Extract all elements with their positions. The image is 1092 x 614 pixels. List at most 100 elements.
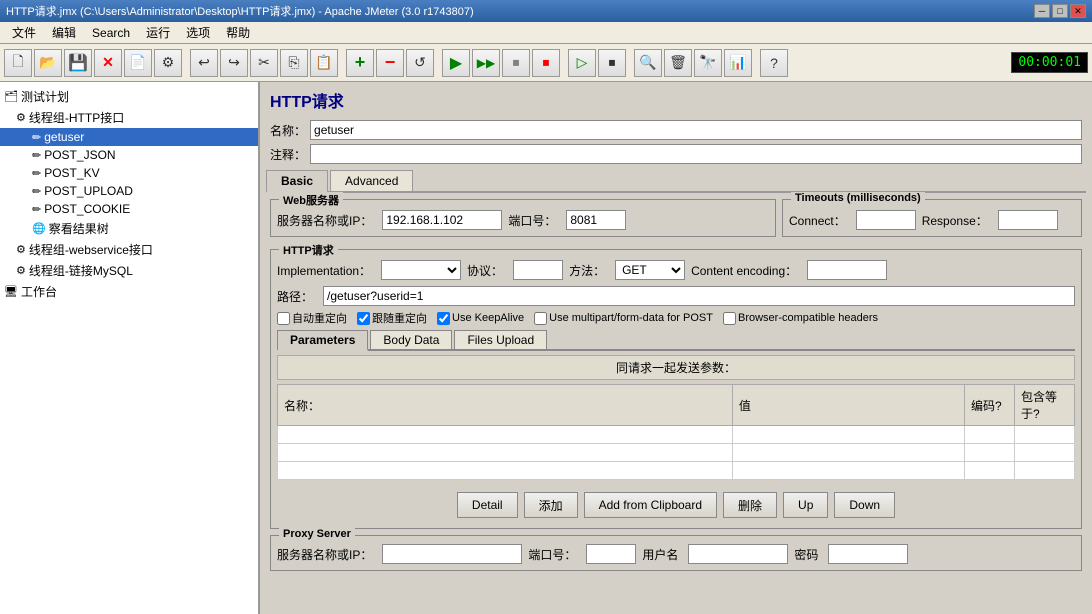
method-select[interactable]: GET POST PUT DELETE: [615, 260, 685, 280]
detail-button[interactable]: Detail: [457, 492, 518, 518]
name-row: 名称：: [266, 120, 1086, 140]
open-btn[interactable]: 📂: [34, 49, 62, 77]
add-button[interactable]: 添加: [524, 492, 578, 518]
empty-row-include: [1015, 462, 1075, 480]
post-kv-icon: ✏: [32, 167, 41, 180]
port-input[interactable]: [566, 210, 626, 230]
tree-item-getuser[interactable]: ✏ getuser: [0, 128, 258, 146]
left-panel: 🗂 测试计划 ⚙ 线程组-HTTP接口 ✏ getuser ✏ POST_JSO…: [0, 82, 260, 614]
view-results-icon: 🌐: [32, 222, 46, 235]
tree-item-thread-group3[interactable]: ⚙ 线程组-链接MySQL: [0, 260, 258, 281]
menu-item-5[interactable]: 帮助: [218, 22, 258, 43]
tab-basic[interactable]: Basic: [266, 170, 328, 193]
server-label: 服务器名称或IP：: [277, 212, 372, 229]
menu-item-0[interactable]: 文件: [4, 22, 44, 43]
browser-compat-label: Browser-compatible headers: [738, 312, 878, 324]
tree-item-thread-group2[interactable]: ⚙ 线程组-webservice接口: [0, 239, 258, 260]
proxy-username-label: 用户名: [642, 546, 678, 563]
down-button[interactable]: Down: [834, 492, 895, 518]
stop-now-btn[interactable]: ⏹: [532, 49, 560, 77]
minimize-btn[interactable]: ─: [1034, 4, 1050, 18]
tree-item-post-cookie[interactable]: ✏ POST_COOKIE: [0, 200, 258, 218]
save2-btn[interactable]: 📄: [124, 49, 152, 77]
connect-input[interactable]: [856, 210, 916, 230]
copy-btn[interactable]: ⎘: [280, 49, 308, 77]
encoding-input[interactable]: [807, 260, 887, 280]
menu-item-3[interactable]: 运行: [138, 22, 178, 43]
port-label: 端口号：: [508, 212, 556, 229]
undo-btn[interactable]: ↩: [190, 49, 218, 77]
clear-btn[interactable]: ↺: [406, 49, 434, 77]
keepalive-item: Use KeepAlive: [437, 312, 524, 325]
redo-btn[interactable]: ↪: [220, 49, 248, 77]
proxy-port-input[interactable]: [586, 544, 636, 564]
title-controls: ─ □ ✕: [1034, 4, 1086, 18]
proxy-password-input[interactable]: [828, 544, 908, 564]
col-include: 包含等于?: [1015, 385, 1075, 426]
remote-stop-btn[interactable]: ⏹: [598, 49, 626, 77]
method-label: 方法：: [569, 262, 605, 279]
params-header: 同请求一起发送参数：: [277, 355, 1075, 380]
remote-run-btn[interactable]: ▷: [568, 49, 596, 77]
timeouts-group: Timeouts (milliseconds) Connect： Respons…: [782, 199, 1082, 237]
follow-redirect-checkbox[interactable]: [357, 312, 370, 325]
path-input[interactable]: [323, 286, 1075, 306]
multipart-checkbox[interactable]: [534, 312, 547, 325]
tab-files-upload[interactable]: Files Upload: [454, 330, 547, 349]
tab-parameters[interactable]: Parameters: [277, 330, 368, 351]
main-tabs-container: Basic Advanced Web服务器 服务器名称或IP： 端口号：: [266, 170, 1086, 577]
server-input[interactable]: [382, 210, 502, 230]
new-btn[interactable]: 🗋: [4, 49, 32, 77]
protocol-input[interactable]: [513, 260, 563, 280]
toolbar: 🗋 📂 💾 ✕ 📄 ⚙ ↩ ↪ ✂ ⎘ 📋 + − ↺ ▶ ▶▶ ⏹ ⏹ ▷ ⏹…: [0, 44, 1092, 82]
template-btn[interactable]: ⚙: [154, 49, 182, 77]
close-btn[interactable]: ✕: [94, 49, 122, 77]
tree-item-post-upload[interactable]: ✏ POST_UPLOAD: [0, 182, 258, 200]
menu-item-1[interactable]: 编辑: [44, 22, 84, 43]
tab-body-data[interactable]: Body Data: [370, 330, 452, 349]
post-cookie-icon: ✏: [32, 203, 41, 216]
menu-item-4[interactable]: 选项: [178, 22, 218, 43]
tree-item-view-results[interactable]: 🌐 察看结果树: [0, 218, 258, 239]
tab-advanced[interactable]: Advanced: [330, 170, 413, 191]
add-from-clipboard-button[interactable]: Add from Clipboard: [584, 492, 717, 518]
clear-all-btn[interactable]: 🗑: [664, 49, 692, 77]
help-toolbar-btn[interactable]: ?: [760, 49, 788, 77]
function-helper-btn[interactable]: 🔭: [694, 49, 722, 77]
tree-item-post-json[interactable]: ✏ POST_JSON: [0, 146, 258, 164]
response-input[interactable]: [998, 210, 1058, 230]
tree-item-post-kv[interactable]: ✏ POST_KV: [0, 164, 258, 182]
cut-btn[interactable]: ✂: [250, 49, 278, 77]
search-toolbar-btn[interactable]: 🔍: [634, 49, 662, 77]
name-input[interactable]: [310, 120, 1082, 140]
run-btn[interactable]: ▶: [442, 49, 470, 77]
menu-item-2[interactable]: Search: [84, 24, 138, 42]
proxy-username-input[interactable]: [688, 544, 788, 564]
proxy-server-input[interactable]: [382, 544, 522, 564]
browser-compat-checkbox[interactable]: [723, 312, 736, 325]
auto-redirect-checkbox[interactable]: [277, 312, 290, 325]
post-json-label: POST_JSON: [44, 148, 115, 162]
props-btn[interactable]: 📊: [724, 49, 752, 77]
tree-item-thread-group[interactable]: ⚙ 线程组-HTTP接口: [0, 107, 258, 128]
close-window-btn[interactable]: ✕: [1070, 4, 1086, 18]
timeouts-legend: Timeouts (milliseconds): [791, 192, 925, 204]
params-table-body: [278, 426, 1075, 480]
run-no-pause-btn[interactable]: ▶▶: [472, 49, 500, 77]
delete-button[interactable]: 删除: [723, 492, 777, 518]
keepalive-checkbox[interactable]: [437, 312, 450, 325]
impl-select[interactable]: HttpClient4 Java: [381, 260, 461, 280]
comment-input[interactable]: [310, 144, 1082, 164]
add-element-btn[interactable]: +: [346, 49, 374, 77]
tree-item-test-plan[interactable]: 🗂 测试计划: [0, 86, 258, 107]
main-tab-bar: Basic Advanced: [266, 170, 1086, 193]
stop-btn[interactable]: ⏹: [502, 49, 530, 77]
tree-item-workbench[interactable]: 🖥 工作台: [0, 281, 258, 302]
paste-btn[interactable]: 📋: [310, 49, 338, 77]
remove-element-btn[interactable]: −: [376, 49, 404, 77]
save-btn[interactable]: 💾: [64, 49, 92, 77]
connect-label: Connect：: [789, 212, 846, 229]
maximize-btn[interactable]: □: [1052, 4, 1068, 18]
up-button[interactable]: Up: [783, 492, 828, 518]
empty-row-name: [278, 426, 733, 444]
